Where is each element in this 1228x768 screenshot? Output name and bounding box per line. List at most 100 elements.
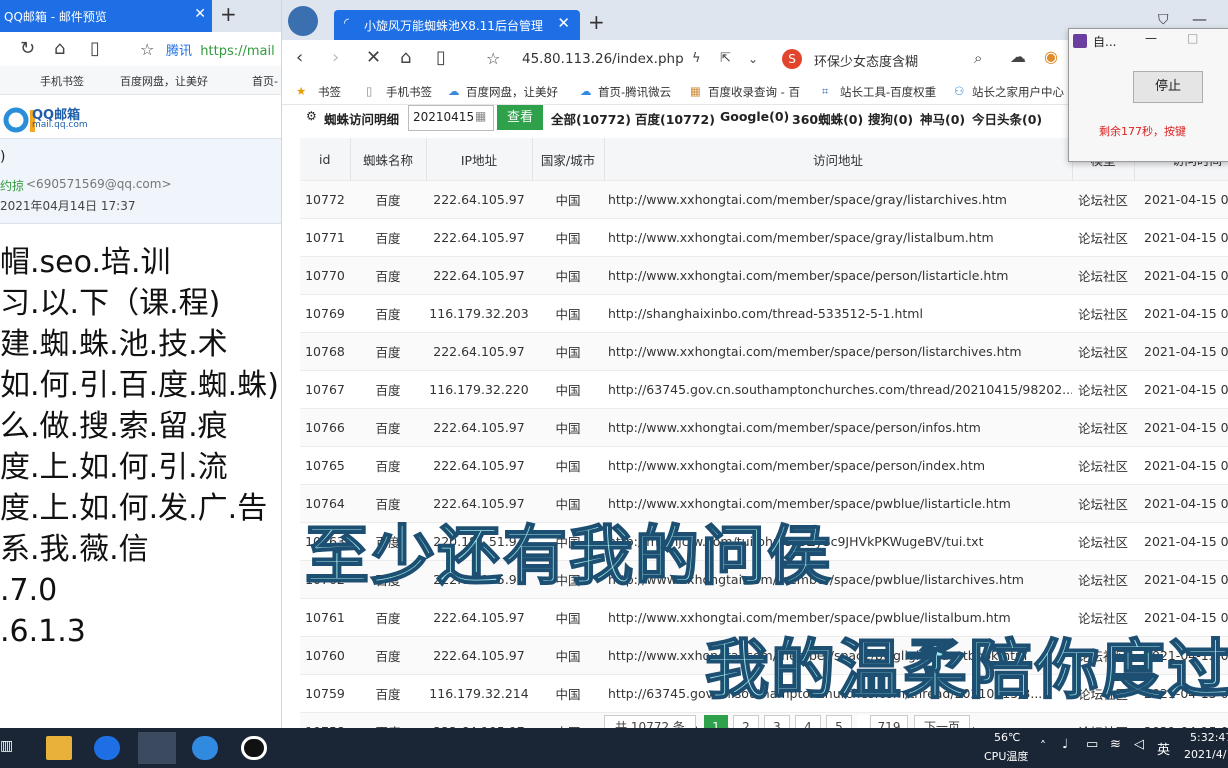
close-icon[interactable]: ✕: [194, 6, 206, 22]
forward-icon[interactable]: ›: [332, 47, 339, 68]
flash-icon[interactable]: ϟ: [692, 51, 701, 66]
menu-icon[interactable]: ⛉: [1158, 12, 1169, 28]
new-tab-icon[interactable]: +: [220, 2, 237, 26]
table-row[interactable]: 10772 百度 222.64.105.97 中国 http://www.xxhongt…: [300, 180, 1228, 219]
address-bar[interactable]: 45.80.113.26/index.php: [522, 51, 684, 67]
page-button[interactable]: 2: [733, 715, 759, 728]
battery-icon[interactable]: ▭: [1086, 737, 1098, 752]
page-button[interactable]: 5: [826, 715, 852, 728]
stop-loading-icon[interactable]: ✕: [366, 47, 381, 68]
cell-url[interactable]: http://www.xxhongtai.com/member/space/pe…: [604, 408, 1072, 447]
page-button[interactable]: 3: [764, 715, 790, 728]
ie-browser-icon-active[interactable]: [138, 732, 176, 764]
reload-icon[interactable]: ↻: [20, 38, 35, 59]
table-row[interactable]: 10770 百度 222.64.105.97 中国 http://www.xxhongt…: [300, 256, 1228, 295]
search-icon[interactable]: ⌕: [974, 49, 982, 67]
counter-toutiao[interactable]: 今日头条(0): [972, 109, 1042, 128]
sender-name[interactable]: 约掠: [0, 177, 24, 194]
maximize-icon[interactable]: □: [1187, 31, 1198, 45]
bookmark-item[interactable]: 百度网盘，让美好: [120, 73, 208, 89]
tab-qq-mail[interactable]: QQ邮箱 - 邮件预览 ✕: [0, 0, 212, 32]
counter-all[interactable]: 全部(10772): [551, 109, 631, 128]
bookmark-item[interactable]: 首页-腾讯微云: [598, 84, 671, 100]
view-button[interactable]: 查看: [497, 105, 543, 130]
k-app-icon[interactable]: [192, 736, 218, 760]
table-row[interactable]: 10765 百度 222.64.105.97 中国 http://www.xxhongt…: [300, 446, 1228, 485]
table-row[interactable]: 10767 百度 116.179.32.220 中国 http://63745.gov.…: [300, 370, 1228, 409]
page-button[interactable]: 719: [870, 715, 908, 728]
bookmark-item[interactable]: 书签: [318, 84, 341, 100]
counter-sogou[interactable]: 搜狗(0): [868, 109, 913, 128]
bookmark-item[interactable]: 百度网盘，让美好: [466, 84, 558, 100]
weather-icon[interactable]: ☁: [1010, 47, 1026, 66]
file-explorer-icon[interactable]: [46, 736, 72, 760]
counter-360[interactable]: 360蜘蛛(0): [792, 109, 863, 128]
share-icon[interactable]: ⇱: [720, 51, 731, 66]
sender-email: <690571569@qq.com>: [26, 177, 172, 191]
task-view-icon[interactable]: ▥: [0, 738, 13, 754]
cell-url[interactable]: http://63745.gov.cn.southamptonchurches.…: [604, 370, 1072, 409]
counter-shenma[interactable]: 神马(0): [920, 109, 965, 128]
gear-icon: ⚙: [306, 109, 317, 123]
microphone-icon[interactable]: ♩: [1062, 737, 1068, 752]
minimize-icon[interactable]: —: [1192, 10, 1207, 28]
search-input[interactable]: 环保少女态度含糊: [814, 51, 918, 70]
reader-icon[interactable]: ▯: [90, 38, 100, 59]
qq-mail-logo[interactable]: QQ邮箱 mail.qq.com: [0, 100, 100, 136]
minimize-icon[interactable]: —: [1145, 31, 1157, 45]
bookmark-item[interactable]: 站长之家用户中心: [972, 84, 1064, 100]
cell-country: 中国: [532, 712, 604, 728]
bookmark-item[interactable]: 手机书签: [386, 84, 432, 100]
cell-id: 10758: [300, 712, 350, 728]
cell-url[interactable]: http://www.xxhongtai.com/member/space/gr…: [604, 180, 1072, 219]
browser-icon[interactable]: [94, 736, 120, 760]
cell-url[interactable]: http://www.xxhongtai.com/member/space/pe…: [604, 256, 1072, 295]
cell-ip: 222.64.105.97: [426, 408, 532, 447]
calendar-icon[interactable]: ▦: [475, 109, 486, 123]
bookmark-item[interactable]: 首页-: [252, 73, 278, 89]
table-row[interactable]: 10769 百度 116.179.32.203 中国 http://shanghaixi…: [300, 294, 1228, 333]
bookmark-item[interactable]: 站长工具-百度权重: [840, 84, 936, 100]
record-icon[interactable]: [241, 736, 267, 760]
home-icon[interactable]: ⌂: [54, 38, 65, 59]
table-row[interactable]: 10768 百度 222.64.105.97 中国 http://www.xxhongt…: [300, 332, 1228, 371]
home-icon[interactable]: ⌂: [400, 47, 411, 68]
ime-indicator[interactable]: 英: [1157, 739, 1170, 758]
wifi-icon[interactable]: ≋: [1110, 737, 1121, 752]
tab-spider-admin[interactable]: ◜ 小旋风万能蜘蛛池X8.11后台管理 ✕: [334, 10, 580, 40]
table-row[interactable]: 10771 百度 222.64.105.97 中国 http://www.xxhongt…: [300, 218, 1228, 257]
new-tab-icon[interactable]: +: [588, 10, 605, 34]
clock-time[interactable]: 5:32:47: [1190, 731, 1228, 744]
auto-click-dialog: 自... — □ 停止 剩余177秒，按键: [1068, 28, 1228, 162]
counter-google[interactable]: Google(0): [720, 109, 789, 124]
chevron-down-icon[interactable]: ⌄: [748, 52, 758, 66]
page-button[interactable]: 1: [704, 715, 728, 728]
cell-url[interactable]: http://www.xxhongtai.com/member/space/pe…: [604, 446, 1072, 485]
page-button[interactable]: 4: [795, 715, 821, 728]
back-icon[interactable]: ‹: [296, 47, 303, 68]
cell-url[interactable]: http://www.xxhongtai.com/member/space/gr…: [604, 218, 1072, 257]
cell-id: 10770: [300, 256, 350, 295]
reader-icon[interactable]: ▯: [436, 47, 446, 68]
close-icon[interactable]: ✕: [557, 14, 570, 32]
star-icon[interactable]: ☆: [140, 40, 154, 59]
avatar[interactable]: [288, 6, 318, 36]
next-page-button[interactable]: 下一页: [914, 715, 970, 728]
table-row[interactable]: 10766 百度 222.64.105.97 中国 http://www.xxhongt…: [300, 408, 1228, 447]
bookmark-item[interactable]: 手机书签: [40, 73, 84, 89]
address-bar[interactable]: 腾讯 https://mail: [166, 40, 275, 59]
clock-date[interactable]: 2021/4/: [1184, 748, 1226, 761]
stop-button[interactable]: 停止: [1133, 71, 1203, 103]
chevron-up-icon[interactable]: ˄: [1040, 739, 1046, 753]
bookmark-item[interactable]: 百度收录查询 - 百: [708, 84, 800, 100]
volume-icon[interactable]: ◁: [1134, 737, 1144, 752]
cell-url[interactable]: http://www.xxhongtai.com/member/space/pe…: [604, 332, 1072, 371]
column-header: 蜘蛛名称: [350, 138, 427, 181]
date-input[interactable]: 20210415 ▦: [408, 105, 494, 131]
cell-spider-name: 百度: [350, 674, 426, 713]
search-engine-icon[interactable]: S: [782, 49, 802, 69]
counter-baidu[interactable]: 百度(10772): [635, 109, 715, 128]
star-icon[interactable]: ☆: [486, 49, 500, 68]
cell-url[interactable]: http://shanghaixinbo.com/thread-533512-5…: [604, 294, 1072, 333]
game-icon[interactable]: ◉: [1044, 47, 1058, 66]
